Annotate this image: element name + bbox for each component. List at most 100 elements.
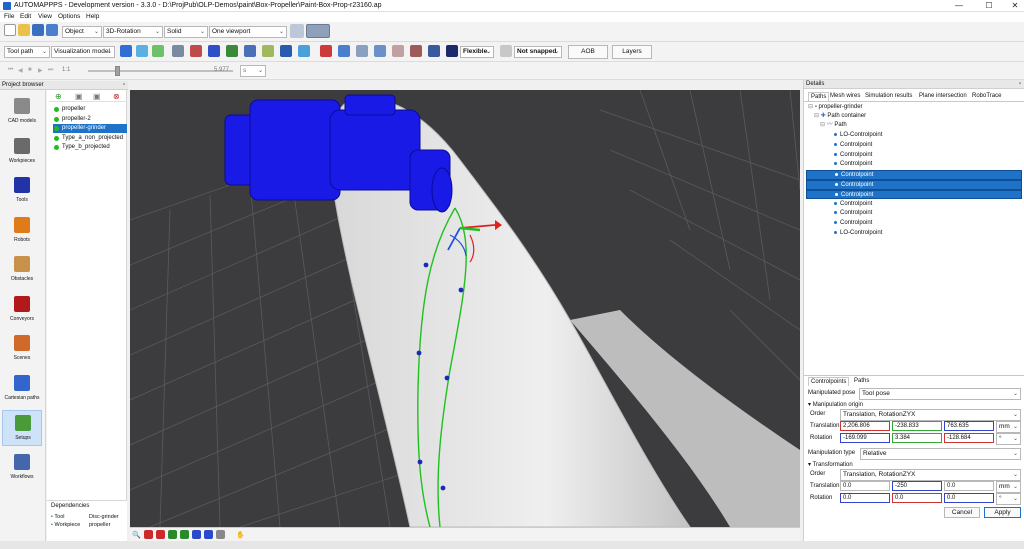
- controlpoint-item[interactable]: LO-Controlpoint: [834, 229, 882, 239]
- manipulation-origin-section[interactable]: ▾ Manipulation origin: [808, 401, 863, 408]
- copy-item-icon[interactable]: ▣: [93, 92, 101, 101]
- tree-path[interactable]: ⊟ 〰 Path: [820, 121, 847, 131]
- menu-view[interactable]: View: [38, 13, 52, 20]
- order-combo[interactable]: Translation, RotationZYX ⌄: [840, 409, 1021, 421]
- playback-start-icon[interactable]: ⏮: [8, 67, 13, 74]
- layers-button[interactable]: Layers: [612, 45, 652, 59]
- transform-translation-y[interactable]: -250: [892, 481, 942, 491]
- visualization-combo[interactable]: Visualization model ⌄: [51, 46, 115, 58]
- single-viewport-icon[interactable]: [290, 24, 304, 38]
- playback-slider-thumb[interactable]: [115, 66, 120, 76]
- project-item[interactable]: propeller-grinder: [53, 124, 127, 133]
- measure-icon[interactable]: [172, 45, 184, 57]
- origin-rotation-y[interactable]: 3.384: [892, 433, 942, 443]
- view-right-icon[interactable]: [180, 530, 189, 539]
- red-tool-icon[interactable]: [190, 45, 202, 57]
- collapse-icon[interactable]: ⊟: [820, 122, 825, 128]
- sidebar-item-setups[interactable]: Setups: [2, 410, 42, 446]
- robot-grinder[interactable]: [224, 94, 453, 213]
- panel-undock-icon[interactable]: ▫: [1019, 80, 1021, 89]
- line-icon[interactable]: [356, 45, 368, 57]
- tab-controlpoints[interactable]: Controlpoints: [808, 377, 850, 386]
- blue-tool-icon[interactable]: [244, 45, 256, 57]
- trim-icon[interactable]: [392, 45, 404, 57]
- view-iso-icon[interactable]: [216, 530, 225, 539]
- playback-speed[interactable]: 1:1: [62, 67, 70, 73]
- sidebar-item-robots[interactable]: Robots: [2, 213, 42, 249]
- delete-item-icon[interactable]: ⊗: [113, 92, 120, 101]
- project-item[interactable]: Type_a_non_projected: [53, 134, 127, 143]
- menu-file[interactable]: File: [4, 13, 14, 20]
- sidebar-item-workpieces[interactable]: Workpieces: [2, 134, 42, 170]
- time-unit-combo[interactable]: s ⌄: [240, 65, 266, 77]
- tab-paths[interactable]: Paths: [808, 92, 830, 101]
- manipulation-type-combo[interactable]: Relative ⌄: [860, 448, 1021, 460]
- transform-translation-x[interactable]: 0.0: [840, 481, 890, 491]
- sidebar-item-workflows[interactable]: Workflows: [2, 450, 42, 486]
- sidebar-item-cartesian-paths[interactable]: Cartesian paths: [2, 371, 42, 407]
- 3d-viewport[interactable]: [130, 90, 800, 527]
- multi-viewport-icon[interactable]: [306, 24, 330, 38]
- frame-tool-icon[interactable]: [280, 45, 292, 57]
- project-item[interactable]: Type_b_projected: [53, 143, 127, 152]
- aob-button[interactable]: AOB: [568, 45, 608, 59]
- sidebar-item-cad-models[interactable]: CAD models: [2, 94, 42, 130]
- transform-order-combo[interactable]: Translation, RotationZYX ⌄: [840, 469, 1021, 481]
- controlpoint-item[interactable]: Controlpoint: [806, 180, 1022, 190]
- transform-rotation-z[interactable]: 0.0: [944, 493, 994, 503]
- menu-help[interactable]: Help: [86, 13, 99, 20]
- maximize-button[interactable]: ☐: [980, 0, 998, 12]
- sidebar-item-tools[interactable]: Tools: [2, 173, 42, 209]
- tab-plane-intersection[interactable]: Plane intersection: [917, 92, 969, 101]
- manipulated-pose-combo[interactable]: Tool pose ⌄: [859, 388, 1021, 400]
- playback-end-icon[interactable]: ⏭: [48, 67, 53, 74]
- object-combo[interactable]: Object ⌄: [62, 26, 102, 38]
- controlpoint-item[interactable]: LO-Controlpoint: [834, 131, 882, 141]
- adjust-tool-icon[interactable]: [262, 45, 274, 57]
- new-file-icon[interactable]: [4, 24, 16, 36]
- rotation-combo[interactable]: 3D-Rotation ⌄: [103, 26, 163, 38]
- origin-translation-z[interactable]: 763.635: [944, 421, 994, 431]
- controlpoint-item[interactable]: Controlpoint: [834, 151, 872, 161]
- apply-button[interactable]: Apply: [984, 507, 1021, 518]
- menu-options[interactable]: Options: [58, 13, 80, 20]
- toolpath-combo[interactable]: Tool path ⌄: [4, 46, 50, 58]
- cut-path-icon[interactable]: [320, 45, 332, 57]
- origin-rotation-z[interactable]: -128.684: [944, 433, 994, 443]
- snap-combo[interactable]: Not snapped ⌄: [514, 46, 562, 58]
- save-icon[interactable]: [32, 24, 44, 36]
- transformation-section[interactable]: ▾ Transformation: [808, 461, 853, 468]
- view-bottom-icon[interactable]: [204, 530, 213, 539]
- save-as-icon[interactable]: [46, 24, 58, 36]
- controlpoint-item[interactable]: Controlpoint: [834, 141, 872, 151]
- origin-rotation-x[interactable]: -169.099: [840, 433, 890, 443]
- spline-icon[interactable]: [338, 45, 350, 57]
- controlpoint-item[interactable]: Controlpoint: [834, 160, 872, 170]
- collapse-icon[interactable]: ⊟: [808, 104, 813, 110]
- wave-tool-icon[interactable]: [298, 45, 310, 57]
- sidebar-item-obstacles[interactable]: Obstacles: [2, 252, 42, 288]
- robot-tool-icon[interactable]: [208, 45, 220, 57]
- green-tool-icon[interactable]: [226, 45, 238, 57]
- controlpoint-item[interactable]: Controlpoint: [834, 209, 872, 219]
- flexible-combo[interactable]: Flexible ⌄: [460, 46, 494, 58]
- origin-translation-x[interactable]: 2,206.806: [840, 421, 890, 431]
- tab-mesh-wires[interactable]: Mesh wires: [828, 92, 862, 101]
- delete-path-icon[interactable]: [410, 45, 422, 57]
- transform-translation-z[interactable]: 0.0: [944, 481, 994, 491]
- view-back-icon[interactable]: [156, 530, 165, 539]
- controlpoint-item[interactable]: Controlpoint: [834, 200, 872, 210]
- path-tool-icon[interactable]: [120, 45, 132, 57]
- minimize-button[interactable]: —: [950, 0, 968, 12]
- transform-rotation-unit-combo[interactable]: ° ⌄: [996, 493, 1021, 505]
- panel-undock-icon[interactable]: ▫: [123, 81, 125, 90]
- menu-edit[interactable]: Edit: [20, 13, 31, 20]
- expand-icon[interactable]: ▾: [808, 462, 811, 468]
- expand-icon[interactable]: ▾: [808, 402, 811, 408]
- playback-slider-track[interactable]: [88, 66, 233, 76]
- transform-translation-unit-combo[interactable]: mm ⌄: [996, 481, 1021, 493]
- controlpoint-item[interactable]: Controlpoint: [806, 170, 1022, 180]
- offset-icon[interactable]: [374, 45, 386, 57]
- view-left-icon[interactable]: [168, 530, 177, 539]
- translation-unit-combo[interactable]: mm ⌄: [996, 421, 1021, 433]
